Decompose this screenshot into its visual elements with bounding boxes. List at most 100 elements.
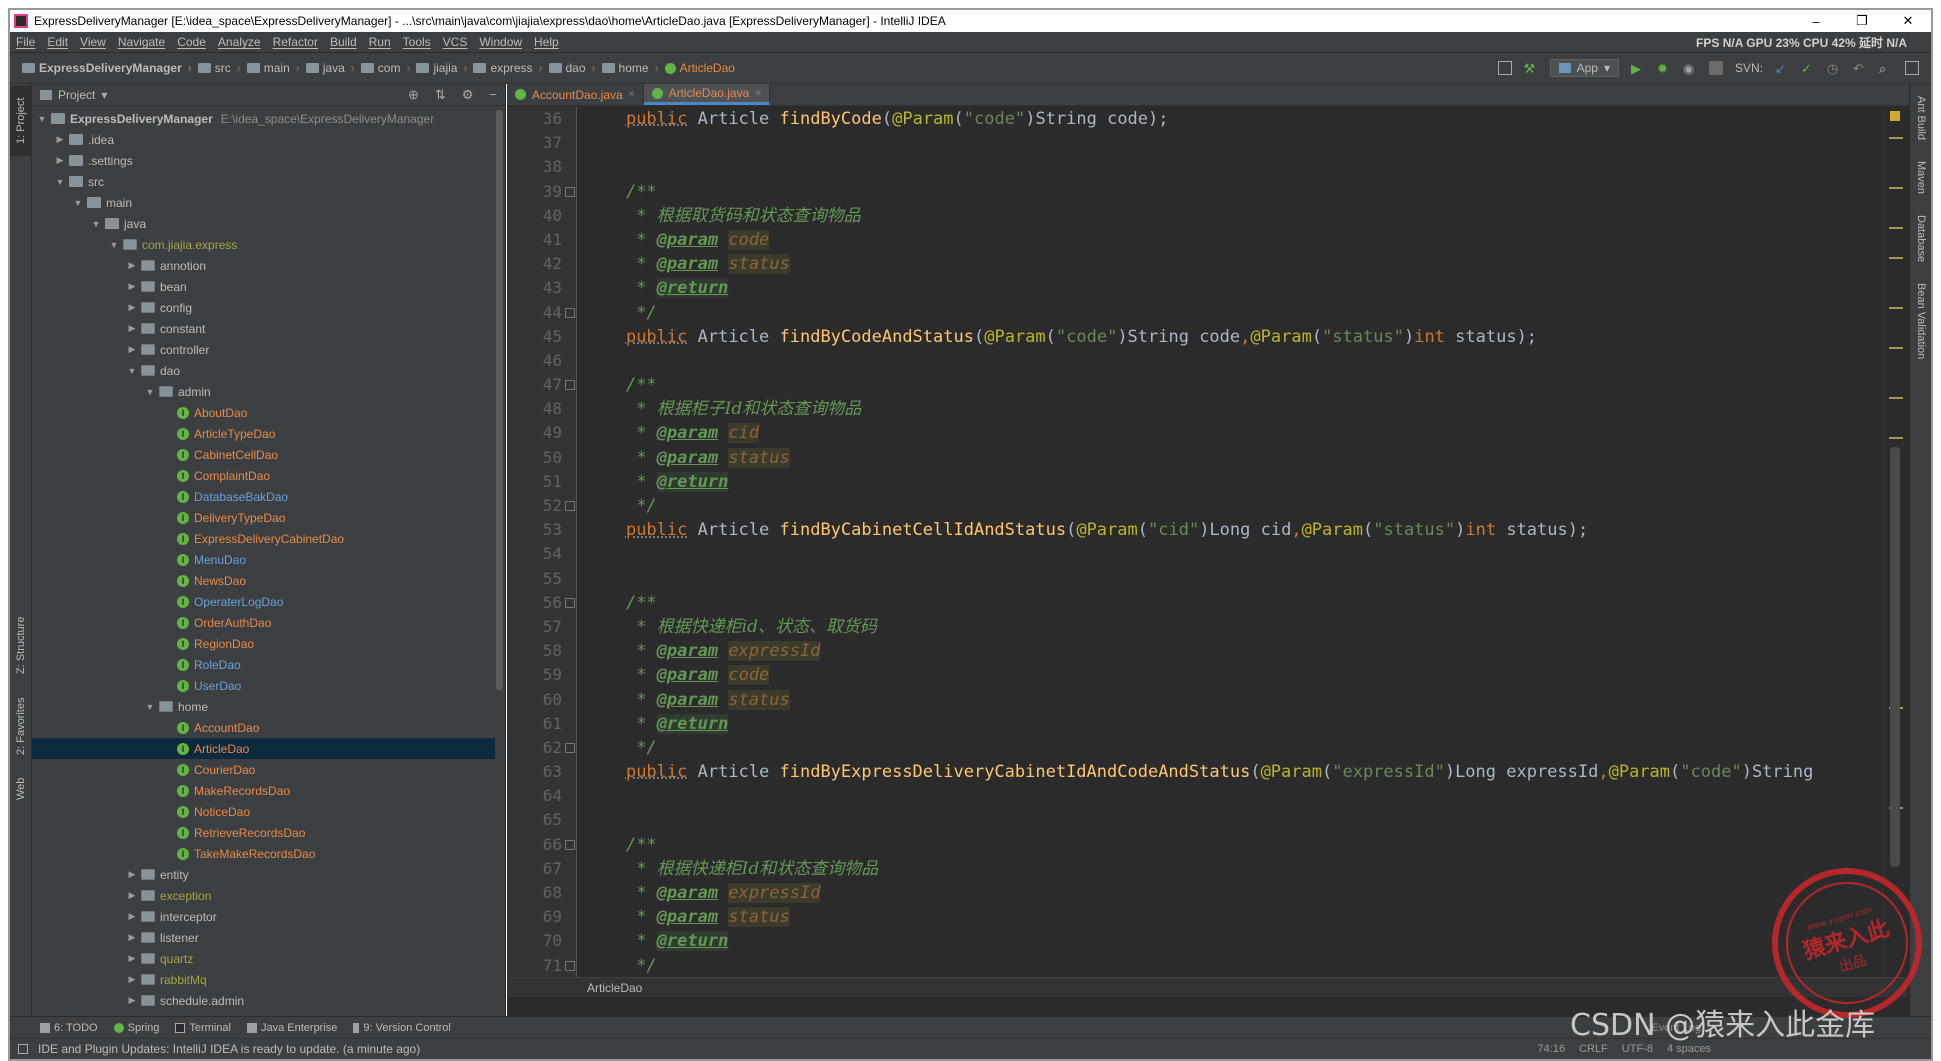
tab-database[interactable]: Database <box>1910 208 1932 270</box>
crumb-jiajia[interactable]: jiajia › <box>410 61 467 75</box>
tree-item-userdao[interactable]: ▶IUserDao <box>32 675 495 696</box>
tree-item-databasebakdao[interactable]: ▶IDatabaseBakDao <box>32 486 495 507</box>
tool-spring[interactable]: Spring <box>113 1022 159 1034</box>
stripe-marker[interactable] <box>1889 347 1903 349</box>
crumb-dao[interactable]: dao › <box>543 61 596 75</box>
tab-ant-build[interactable]: Ant Build <box>1910 88 1932 148</box>
tool-terminal[interactable]: Terminal <box>175 1022 231 1034</box>
menu-refactor[interactable]: Refactor <box>267 35 324 49</box>
stripe-marker[interactable] <box>1889 397 1903 399</box>
run-icon[interactable]: ▶ <box>1631 61 1645 76</box>
close-button[interactable]: ✕ <box>1885 13 1931 29</box>
tree-item-home[interactable]: ▼ home <box>32 696 495 717</box>
tree-item-schedule-admin[interactable]: ▶ schedule.admin <box>32 990 495 1011</box>
close-icon[interactable]: × <box>629 89 635 100</box>
project-structure-icon[interactable] <box>1497 61 1512 75</box>
code-view[interactable]: public Article findByCode(@Param("code")… <box>585 107 1875 977</box>
editor-error-stripe[interactable] <box>1883 107 1907 977</box>
status-message[interactable]: IDE and Plugin Updates: IntelliJ IDEA is… <box>38 1042 420 1056</box>
tree-item-constant[interactable]: ▶ constant <box>32 318 495 339</box>
tree-item-src[interactable]: ▼ src <box>32 171 495 192</box>
tree-item-articledao[interactable]: ▶IArticleDao <box>32 738 495 759</box>
collapse-all-icon[interactable]: ⇅ <box>435 87 446 103</box>
expand-right-icon[interactable]: ▶ <box>54 134 66 145</box>
revert-icon[interactable]: ↶ <box>1853 61 1867 76</box>
crumb-com[interactable]: com › <box>355 61 410 75</box>
menu-edit[interactable]: Edit <box>41 35 74 49</box>
tab-bean-validation[interactable]: Bean Validation <box>1910 276 1932 366</box>
tree-item-exception[interactable]: ▶ exception <box>32 885 495 906</box>
crumb-java[interactable]: java › <box>300 61 355 75</box>
tab-project-tool[interactable]: 1: Project <box>10 86 32 156</box>
tree-item-rabbitmq[interactable]: ▶ rabbitMq <box>32 969 495 990</box>
expand-right-icon[interactable]: ▶ <box>126 344 138 355</box>
expand-down-icon[interactable]: ▼ <box>144 702 156 712</box>
tree-item-aboutdao[interactable]: ▶IAboutDao <box>32 402 495 423</box>
tree-item-noticedao[interactable]: ▶INoticeDao <box>32 801 495 822</box>
tab-web-tool[interactable]: Web <box>10 769 32 809</box>
tab-structure-tool[interactable]: Z: Structure <box>10 609 32 681</box>
tab-favorites-tool[interactable]: 2: Favorites <box>10 689 32 764</box>
tree-item-config[interactable]: ▶ config <box>32 297 495 318</box>
tree-item-newsdao[interactable]: ▶INewsDao <box>32 570 495 591</box>
expand-right-icon[interactable]: ▶ <box>126 932 138 943</box>
tree-item-annotion[interactable]: ▶ annotion <box>32 255 495 276</box>
expand-right-icon[interactable]: ▶ <box>126 953 138 964</box>
editor-scrollbar-thumb[interactable] <box>1890 447 1900 867</box>
fold-toggle-icon[interactable] <box>565 380 575 391</box>
menu-analyze[interactable]: Analyze <box>212 35 267 49</box>
maximize-button[interactable]: ❐ <box>1839 13 1885 29</box>
debug-icon[interactable]: ✹ <box>1657 61 1671 76</box>
locate-icon[interactable]: ⊕ <box>408 87 419 103</box>
tree-item-regiondao[interactable]: ▶IRegionDao <box>32 633 495 654</box>
tab-articledao[interactable]: ArticleDao.java × <box>643 84 771 105</box>
menu-code[interactable]: Code <box>171 35 212 49</box>
tool-version-control[interactable]: 9: Version Control <box>353 1022 451 1034</box>
tree-item-takemakerecordsdao[interactable]: ▶ITakeMakeRecordsDao <box>32 843 495 864</box>
project-view-select[interactable]: Project <box>58 88 95 102</box>
indent-setting[interactable]: 4 spaces <box>1667 1043 1711 1055</box>
tree-item-admin[interactable]: ▼ admin <box>32 381 495 402</box>
gear-icon[interactable]: ⚙ <box>462 87 474 103</box>
fold-toggle-icon[interactable] <box>565 186 575 197</box>
expand-right-icon[interactable]: ▶ <box>126 302 138 313</box>
menu-help[interactable]: Help <box>528 35 565 49</box>
fold-toggle-icon[interactable] <box>565 743 575 754</box>
stripe-marker[interactable] <box>1889 307 1903 309</box>
expand-down-icon[interactable]: ▼ <box>90 219 102 229</box>
stripe-marker[interactable] <box>1889 257 1903 259</box>
tab-maven[interactable]: Maven <box>1910 152 1932 204</box>
chevron-down-icon[interactable]: ▾ <box>101 88 107 102</box>
stripe-marker[interactable] <box>1889 437 1903 439</box>
tree-item-listener[interactable]: ▶ listener <box>32 927 495 948</box>
caret-position[interactable]: 74:16 <box>1538 1043 1566 1055</box>
line-number-gutter[interactable]: 36 37 38 39 40 41 42 43 44 45 46 47 48 49 50 51 52 53 54 55… <box>507 107 577 977</box>
line-separator[interactable]: CRLF <box>1579 1043 1608 1055</box>
tree-item-dao[interactable]: ▼ dao <box>32 360 495 381</box>
tree-item-controller[interactable]: ▶ controller <box>32 339 495 360</box>
fold-toggle-icon[interactable] <box>565 961 575 971</box>
tree-item-menudao[interactable]: ▶IMenuDao <box>32 549 495 570</box>
minimize-button[interactable]: – <box>1793 14 1839 29</box>
svn-commit-icon[interactable]: ✓ <box>1801 61 1815 76</box>
expand-right-icon[interactable]: ▶ <box>126 890 138 901</box>
hide-icon[interactable]: − <box>489 87 497 102</box>
tree-item-interceptor[interactable]: ▶ interceptor <box>32 906 495 927</box>
tree-item-com-jiajia-express[interactable]: ▼ com.jiajia.express <box>32 234 495 255</box>
fold-toggle-icon[interactable] <box>565 307 575 318</box>
editor-breadcrumb[interactable]: ArticleDao <box>507 977 1907 997</box>
stop-icon[interactable] <box>1708 61 1723 75</box>
status-toggle-icon[interactable] <box>18 1044 28 1054</box>
expand-down-icon[interactable]: ▼ <box>54 177 66 187</box>
tree-item-entity[interactable]: ▶ entity <box>32 864 495 885</box>
expand-down-icon[interactable]: ▼ <box>126 366 138 376</box>
menu-navigate[interactable]: Navigate <box>112 35 171 49</box>
stripe-marker[interactable] <box>1889 227 1903 229</box>
tree-item-quartz[interactable]: ▶ quartz <box>32 948 495 969</box>
expand-right-icon[interactable]: ▶ <box>126 911 138 922</box>
tree-item-accountdao[interactable]: ▶IAccountDao <box>32 717 495 738</box>
tree-item-retrieverecordsdao[interactable]: ▶IRetrieveRecordsDao <box>32 822 495 843</box>
close-icon[interactable]: × <box>755 88 761 99</box>
tree-item-complaintdao[interactable]: ▶IComplaintDao <box>32 465 495 486</box>
crumb-home[interactable]: home › <box>596 61 659 75</box>
